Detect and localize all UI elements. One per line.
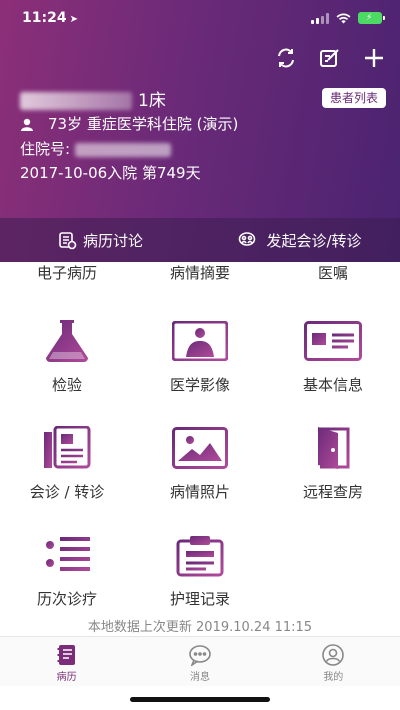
grid-label: 远程查房 (302, 483, 363, 501)
grid-label: 历次诊疗 (36, 590, 97, 608)
grid-label: 医嘱 (317, 264, 348, 282)
door-icon (303, 423, 363, 473)
redacted-number (74, 142, 171, 157)
grid-item-orders[interactable]: 医嘱 (268, 262, 398, 283)
grid-item-photos[interactable]: 病情照片 (135, 423, 265, 502)
home-indicator (130, 697, 270, 702)
xray-icon (170, 316, 230, 366)
consult-button[interactable]: 发起会诊/转诊 (200, 218, 400, 262)
record-actions-bar: 病历讨论 发起会诊/转诊 (0, 218, 400, 262)
discussion-button[interactable]: 病历讨论 (0, 218, 200, 262)
group-chat-icon (239, 232, 256, 246)
grid-item-emr[interactable]: 电子病历 (2, 262, 132, 283)
admission-date: 2017-10-06入院 第749天 (20, 164, 201, 182)
grid-label: 会诊 / 转诊 (29, 483, 105, 501)
nav-label: 病历 (56, 672, 77, 683)
grid-item-remote-rounds[interactable]: 远程查房 (268, 423, 398, 502)
nav-label: 消息 (189, 672, 210, 683)
nav-label: 我的 (323, 672, 344, 683)
patient-list-button[interactable]: 患者列表 (321, 88, 386, 108)
signal-icon (311, 12, 329, 24)
nav-messages[interactable]: 消息 (133, 637, 266, 686)
grid-item-history[interactable]: 历次诊疗 (2, 530, 132, 609)
wifi-icon (336, 13, 351, 23)
status-bar: 11:24 ➤ ⚡ (0, 0, 400, 36)
flask-icon (37, 316, 97, 366)
grid-label: 护理记录 (169, 590, 230, 608)
nav-mine[interactable]: 我的 (267, 637, 400, 686)
location-arrow-icon: ➤ (69, 14, 78, 25)
grid-item-summary[interactable]: 病情摘要 (135, 262, 265, 283)
clipboard-icon (170, 530, 230, 580)
hospital-number: 住院号: (20, 138, 171, 159)
grid-item-basic-info[interactable]: 基本信息 (268, 316, 398, 395)
last-update-note: 本地数据上次更新 2019.10.24 11:15 (87, 620, 313, 635)
grid-label: 电子病历 (36, 264, 97, 282)
battery-icon: ⚡ (358, 12, 385, 24)
patient-header: 11:24 ➤ ⚡ 1床 患者列表 73岁 重症医学科住院 (演示) 住院号: 2… (0, 0, 400, 262)
documents-icon (37, 423, 97, 473)
chat-doc-icon (59, 232, 77, 250)
refresh-icon[interactable] (274, 46, 298, 70)
redacted-name (20, 92, 132, 110)
add-icon[interactable] (362, 46, 386, 70)
status-time: 11:24 ➤ (22, 10, 78, 26)
nav-records[interactable]: 病历 (0, 637, 133, 686)
grid-item-lab[interactable]: 检验 (2, 316, 132, 395)
grid-label: 病情摘要 (169, 264, 230, 282)
notebook-icon (57, 645, 75, 665)
person-icon (21, 118, 33, 131)
grid-item-nursing[interactable]: 护理记录 (135, 530, 265, 609)
grid-item-consult[interactable]: 会诊 / 转诊 (2, 423, 132, 502)
grid-label: 病情照片 (169, 483, 230, 501)
grid-label: 检验 (51, 376, 82, 394)
grid-label: 医学影像 (169, 376, 230, 394)
profile-icon (322, 644, 345, 666)
patient-age-dept: 73岁 重症医学科住院 (演示) (20, 113, 238, 134)
timeline-icon (37, 530, 97, 580)
grid-label: 基本信息 (302, 376, 363, 394)
message-icon (189, 645, 211, 666)
id-card-icon (303, 316, 363, 366)
photo-icon (170, 423, 230, 473)
edit-icon[interactable] (318, 46, 342, 70)
bottom-nav: 病历 消息 我的 (0, 636, 400, 686)
grid-item-imaging[interactable]: 医学影像 (135, 316, 265, 395)
patient-name: 1床 (20, 86, 166, 111)
